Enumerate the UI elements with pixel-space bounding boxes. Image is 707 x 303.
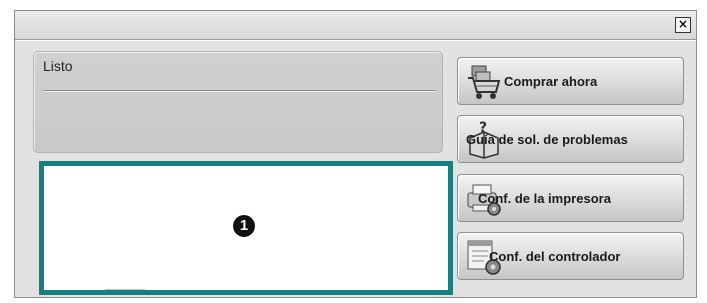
status-panel: Listo	[33, 51, 443, 153]
shopping-cart-icon	[468, 65, 501, 99]
driver-settings-button[interactable]: Conf. del controlador	[457, 232, 684, 280]
highlighted-area: 1	[39, 161, 453, 295]
printer-settings-label: Conf. de la impresora	[478, 191, 611, 206]
window-body: Listo 1 Comprar ahora ? Guía de sol. de …	[15, 40, 696, 297]
footer-divider	[105, 289, 145, 290]
status-text: Listo	[43, 58, 73, 74]
troubleshooting-guide-label: Guía de sol. de problemas	[466, 132, 628, 147]
title-bar: ×	[15, 11, 696, 40]
printer-status-window: × Listo 1 Comprar ahora ? Guía de sol. d…	[14, 10, 697, 298]
printer-settings-button[interactable]: Conf. de la impresora	[457, 174, 684, 222]
close-button[interactable]: ×	[675, 17, 691, 33]
driver-settings-label: Conf. del controlador	[489, 249, 621, 264]
callout-marker: 1	[233, 215, 255, 237]
troubleshooting-guide-button[interactable]: ? Guía de sol. de problemas	[457, 115, 684, 163]
buy-now-button[interactable]: Comprar ahora	[457, 57, 684, 105]
status-divider	[43, 90, 436, 92]
buy-now-label: Comprar ahora	[504, 74, 598, 89]
